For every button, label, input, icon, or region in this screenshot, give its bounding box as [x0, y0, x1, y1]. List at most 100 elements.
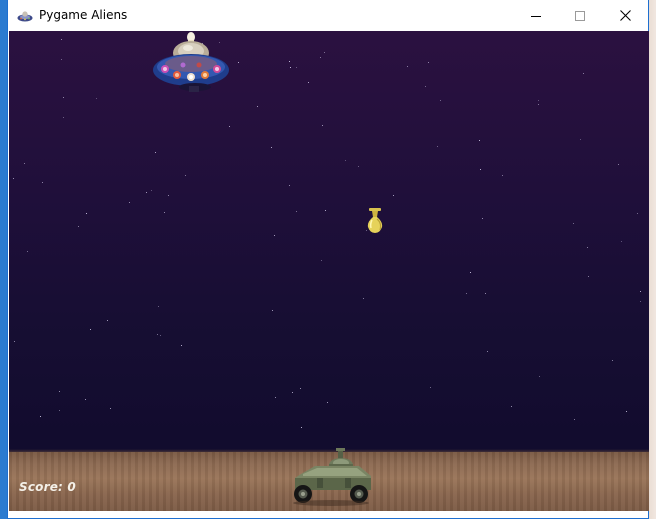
- star: [574, 419, 575, 420]
- star: [480, 169, 481, 170]
- star: [321, 260, 322, 261]
- star: [155, 152, 156, 153]
- star: [618, 164, 619, 165]
- star: [272, 310, 273, 311]
- star: [325, 210, 326, 211]
- pygame-alien-ship-icon: [17, 8, 33, 22]
- star: [86, 213, 87, 214]
- star: [271, 147, 272, 148]
- star: [40, 416, 41, 417]
- star: [160, 335, 161, 336]
- star: [274, 235, 275, 236]
- close-icon: [619, 6, 631, 25]
- maximize-icon: [575, 6, 585, 25]
- game-canvas[interactable]: Score: 0: [9, 31, 649, 511]
- star: [27, 251, 28, 252]
- star: [573, 223, 574, 224]
- alien-bomb: [366, 208, 384, 234]
- star: [482, 218, 483, 219]
- star: [345, 160, 346, 161]
- star: [437, 146, 438, 147]
- star: [63, 97, 64, 98]
- score-label: Score: 0: [19, 480, 76, 494]
- alien-ufo: [153, 31, 233, 95]
- star: [322, 125, 323, 126]
- star: [181, 345, 182, 346]
- star: [430, 387, 431, 388]
- star: [257, 106, 258, 107]
- star: [168, 195, 169, 196]
- star: [59, 410, 60, 411]
- star: [42, 182, 43, 183]
- star: [393, 195, 394, 196]
- star: [407, 66, 408, 67]
- star: [300, 388, 301, 389]
- star: [470, 272, 471, 273]
- star: [583, 73, 584, 74]
- star: [289, 61, 290, 62]
- star: [327, 402, 328, 403]
- star: [538, 100, 539, 101]
- star: [308, 82, 309, 83]
- star: [110, 408, 111, 409]
- title-bar[interactable]: Pygame Aliens: [8, 0, 648, 31]
- star: [587, 247, 588, 248]
- app-window: Pygame Aliens Score: 0: [7, 0, 649, 519]
- star: [637, 213, 638, 214]
- star: [301, 427, 302, 428]
- star: [358, 166, 359, 167]
- star: [320, 57, 321, 58]
- star: [440, 100, 441, 101]
- star: [129, 202, 130, 203]
- star: [158, 306, 159, 307]
- star: [61, 39, 62, 40]
- close-button[interactable]: [602, 0, 648, 31]
- star: [275, 397, 276, 398]
- window-title: Pygame Aliens: [39, 8, 128, 22]
- maximize-button[interactable]: [557, 0, 603, 31]
- star: [289, 185, 290, 186]
- player-tank: [287, 448, 375, 506]
- star: [485, 293, 486, 294]
- star: [164, 212, 165, 213]
- star: [428, 62, 429, 63]
- star: [78, 226, 79, 227]
- star: [14, 341, 15, 342]
- star: [85, 399, 86, 400]
- star: [539, 376, 540, 377]
- minimize-icon: [531, 6, 541, 25]
- star: [146, 192, 147, 193]
- star: [626, 411, 627, 412]
- star: [296, 211, 297, 212]
- star: [640, 291, 641, 292]
- star: [466, 293, 467, 294]
- star: [157, 334, 158, 335]
- star: [640, 301, 641, 302]
- star: [107, 320, 108, 321]
- star: [538, 104, 539, 105]
- star: [24, 163, 25, 164]
- star: [96, 98, 97, 99]
- star: [61, 59, 62, 60]
- star: [185, 175, 186, 176]
- star: [290, 67, 291, 68]
- star: [580, 139, 581, 140]
- star: [292, 392, 293, 393]
- star: [59, 391, 60, 392]
- minimize-button[interactable]: [513, 0, 559, 31]
- star: [63, 117, 64, 118]
- star: [229, 126, 230, 127]
- star: [479, 140, 480, 141]
- star: [588, 276, 589, 277]
- star: [511, 406, 512, 407]
- star: [363, 298, 364, 299]
- star: [151, 190, 152, 191]
- star: [621, 241, 622, 242]
- star: [238, 62, 239, 63]
- star: [324, 52, 325, 53]
- star: [90, 329, 91, 330]
- star: [502, 175, 503, 176]
- star: [425, 86, 426, 87]
- star: [296, 67, 297, 68]
- star: [612, 360, 613, 361]
